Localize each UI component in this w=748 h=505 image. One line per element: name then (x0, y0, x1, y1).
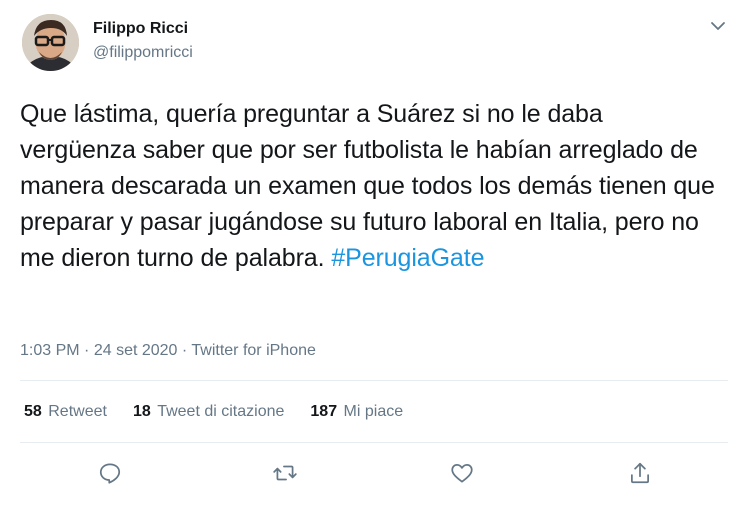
chevron-down-icon[interactable] (708, 16, 728, 36)
author-name[interactable]: Filippo Ricci (93, 20, 188, 38)
tweet-actions (0, 458, 748, 488)
quote-tweet-count[interactable]: 18 Tweet di citazione (133, 403, 284, 421)
tweet-source[interactable]: Twitter for iPhone (191, 342, 316, 359)
stat-label: Mi piace (343, 403, 404, 420)
reply-icon[interactable] (95, 458, 125, 488)
meta-separator: · (84, 342, 90, 359)
tweet-stats: 58 Retweet 18 Tweet di citazione 187 Mi … (24, 403, 429, 421)
stat-number: 58 (24, 403, 42, 420)
tweet-meta: 1:03 PM · 24 set 2020 · Twitter for iPho… (20, 342, 316, 360)
tweet-time[interactable]: 1:03 PM (20, 342, 80, 359)
meta-separator: · (181, 342, 188, 359)
stat-number: 187 (310, 403, 338, 420)
share-icon[interactable] (625, 458, 655, 488)
divider (20, 380, 728, 381)
hashtag-link[interactable]: #PerugiaGate (331, 244, 484, 272)
like-icon[interactable] (447, 458, 477, 488)
like-count[interactable]: 187 Mi piace (310, 403, 403, 421)
stat-number: 18 (132, 403, 151, 420)
author-handle[interactable]: @filippomricci (93, 44, 193, 62)
stat-label: Retweet (48, 403, 107, 420)
tweet-date[interactable]: 24 set 2020 (94, 342, 178, 359)
divider (20, 442, 728, 443)
retweet-count[interactable]: 58 Retweet (24, 403, 107, 421)
retweet-icon[interactable] (270, 458, 300, 488)
avatar[interactable] (22, 14, 79, 71)
stat-label: Tweet di citazione (157, 403, 285, 420)
tweet-text: Que lástima, quería preguntar a Suárez s… (20, 96, 720, 276)
